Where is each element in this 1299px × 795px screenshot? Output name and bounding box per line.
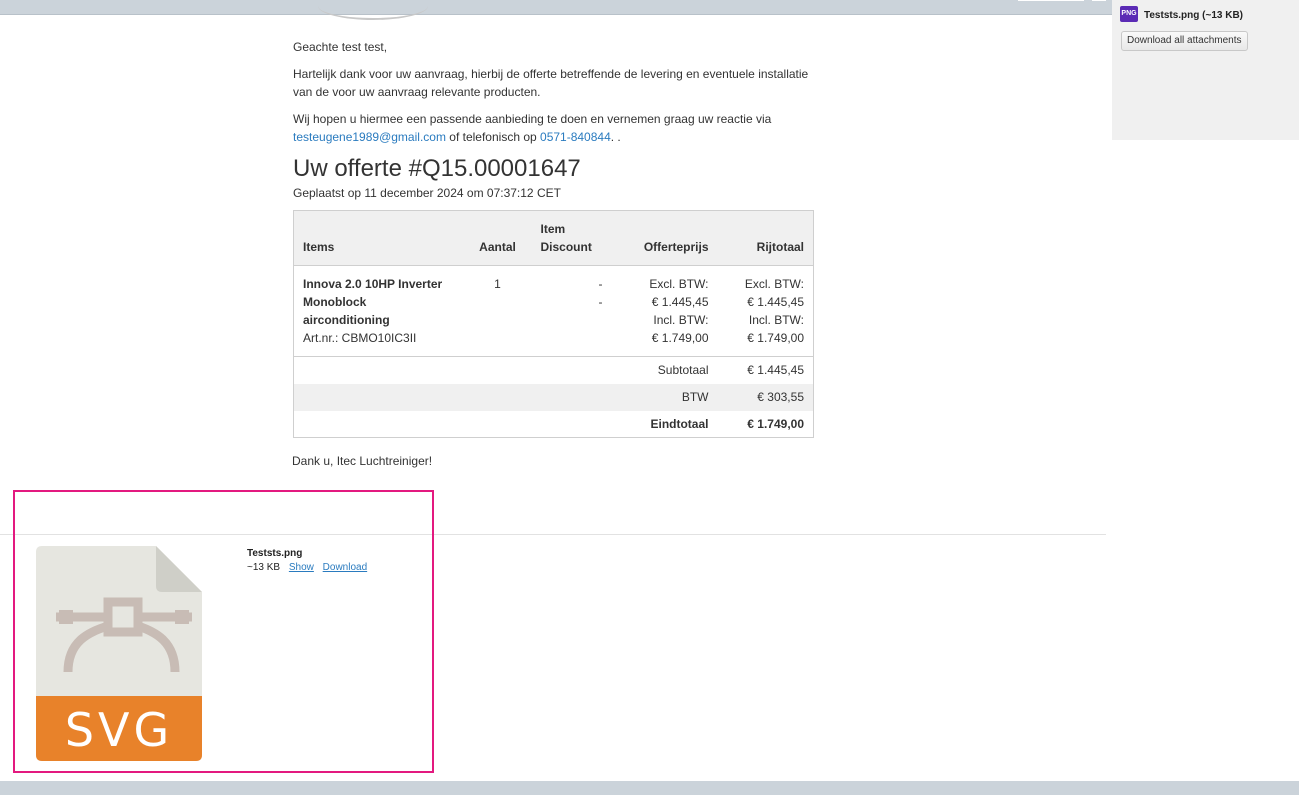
item-discount-incl: - bbox=[598, 295, 603, 309]
subtotal-label: Subtotaal bbox=[657, 363, 709, 378]
contact-paragraph: Wij hopen u hiermee een passende aanbied… bbox=[293, 110, 813, 146]
header-logo-arc bbox=[318, 0, 428, 20]
total-incl-label: Incl. BTW: bbox=[748, 313, 804, 327]
tax-row: BTW € 303,55 bbox=[293, 383, 814, 411]
tax-label: BTW bbox=[681, 390, 709, 404]
intro-paragraph: Hartelijk dank voor uw aanvraag, hierbij… bbox=[293, 67, 809, 99]
grand-total-label: Eindtotaal bbox=[650, 416, 709, 431]
col-row-total: Rijtotaal bbox=[756, 240, 804, 254]
col-items: Items bbox=[303, 240, 335, 254]
svg-label-text: SVG bbox=[65, 703, 173, 757]
item-discount-excl: - bbox=[598, 277, 603, 291]
table-header-row: Items Aantal Item Discount Offerteprijs R… bbox=[293, 210, 814, 266]
table-row: Innova 2.0 10HP Inverter Monoblock airco… bbox=[293, 265, 814, 357]
contact-suffix-text: . . bbox=[610, 130, 621, 144]
svg-file-icon[interactable]: SVG bbox=[36, 546, 202, 761]
greeting: Geachte test test, bbox=[293, 40, 388, 54]
total-excl-label: Excl. BTW: bbox=[744, 277, 804, 291]
contact-middle-text: of telefonisch op bbox=[445, 130, 541, 144]
item-cell: Innova 2.0 10HP Inverter Monoblock airco… bbox=[293, 265, 464, 357]
placed-date: Geplaatst op 11 december 2024 om 07:37:1… bbox=[293, 186, 561, 200]
attachment-info: Teststs.png ~13 KB Show Download bbox=[247, 547, 367, 575]
download-attachment-link[interactable]: Download bbox=[323, 562, 367, 573]
item-sku: Art.nr.: CBMO10IC3II bbox=[303, 331, 417, 345]
toolbar-button-edge bbox=[1092, 0, 1106, 1]
phone-link[interactable]: 0571-840844 bbox=[540, 130, 611, 144]
closing-thanks: Dank u, Itec Luchtreiniger! bbox=[292, 454, 433, 468]
item-row-total: Excl. BTW: € 1.445,45 Incl. BTW: € 1.749… bbox=[717, 265, 814, 357]
item-name-line1: Innova 2.0 10HP Inverter bbox=[303, 277, 443, 291]
side-attachment-name[interactable]: Teststs.png (~13 KB) bbox=[1144, 10, 1243, 21]
png-file-icon: PNG bbox=[1120, 6, 1138, 22]
col-discount: Item Discount bbox=[532, 211, 612, 266]
item-price: Excl. BTW: € 1.445,45 Incl. BTW: € 1.749… bbox=[611, 265, 718, 357]
bottom-status-strip bbox=[0, 781, 1299, 795]
col-discount-line1: Item bbox=[540, 222, 566, 236]
col-discount-line2: Discount bbox=[540, 240, 592, 254]
price-excl-value: € 1.445,45 bbox=[651, 295, 709, 309]
col-price: Offerteprijs bbox=[643, 240, 709, 254]
price-excl-label: Excl. BTW: bbox=[649, 277, 709, 291]
item-name-line2: Monoblock bbox=[303, 295, 367, 309]
email-link[interactable]: testeugene1989@gmail.com bbox=[293, 130, 446, 144]
top-toolbar-strip bbox=[0, 0, 1299, 15]
col-qty: Aantal bbox=[479, 240, 516, 254]
offer-table: Items Aantal Item Discount Offerteprijs R… bbox=[293, 210, 814, 438]
grand-total-value: € 1.749,00 bbox=[747, 416, 804, 431]
attachment-meta: ~13 KB Show Download bbox=[247, 561, 367, 575]
toolbar-input-edge bbox=[1018, 0, 1084, 1]
subtotal-row: Subtotaal € 1.445,45 bbox=[294, 357, 814, 384]
item-name-line3: airconditioning bbox=[303, 313, 390, 327]
tax-value: € 303,55 bbox=[757, 390, 804, 404]
offer-title: Uw offerte #Q15.00001647 bbox=[293, 155, 581, 182]
item-qty: 1 bbox=[463, 265, 532, 357]
grand-total-row: Eindtotaal € 1.749,00 bbox=[294, 411, 814, 438]
download-all-attachments-button[interactable]: Download all attachments bbox=[1121, 31, 1248, 51]
price-incl-value: € 1.749,00 bbox=[651, 331, 709, 345]
total-excl-value: € 1.445,45 bbox=[747, 295, 804, 309]
contact-text: Wij hopen u hiermee een passende aanbied… bbox=[293, 112, 772, 126]
attachment-size: ~13 KB bbox=[247, 562, 281, 573]
attachment-filename: Teststs.png bbox=[247, 548, 303, 559]
item-discount: - - bbox=[531, 265, 612, 357]
show-attachment-link[interactable]: Show bbox=[289, 562, 314, 573]
side-attachment-item[interactable]: PNG Teststs.png (~13 KB) bbox=[1120, 6, 1243, 22]
subtotal-value: € 1.445,45 bbox=[747, 363, 804, 378]
message-body: Geachte test test, Hartelijk dank voor u… bbox=[293, 38, 814, 438]
file-fold bbox=[156, 546, 202, 592]
total-incl-value: € 1.749,00 bbox=[747, 331, 804, 345]
price-incl-label: Incl. BTW: bbox=[653, 313, 709, 327]
